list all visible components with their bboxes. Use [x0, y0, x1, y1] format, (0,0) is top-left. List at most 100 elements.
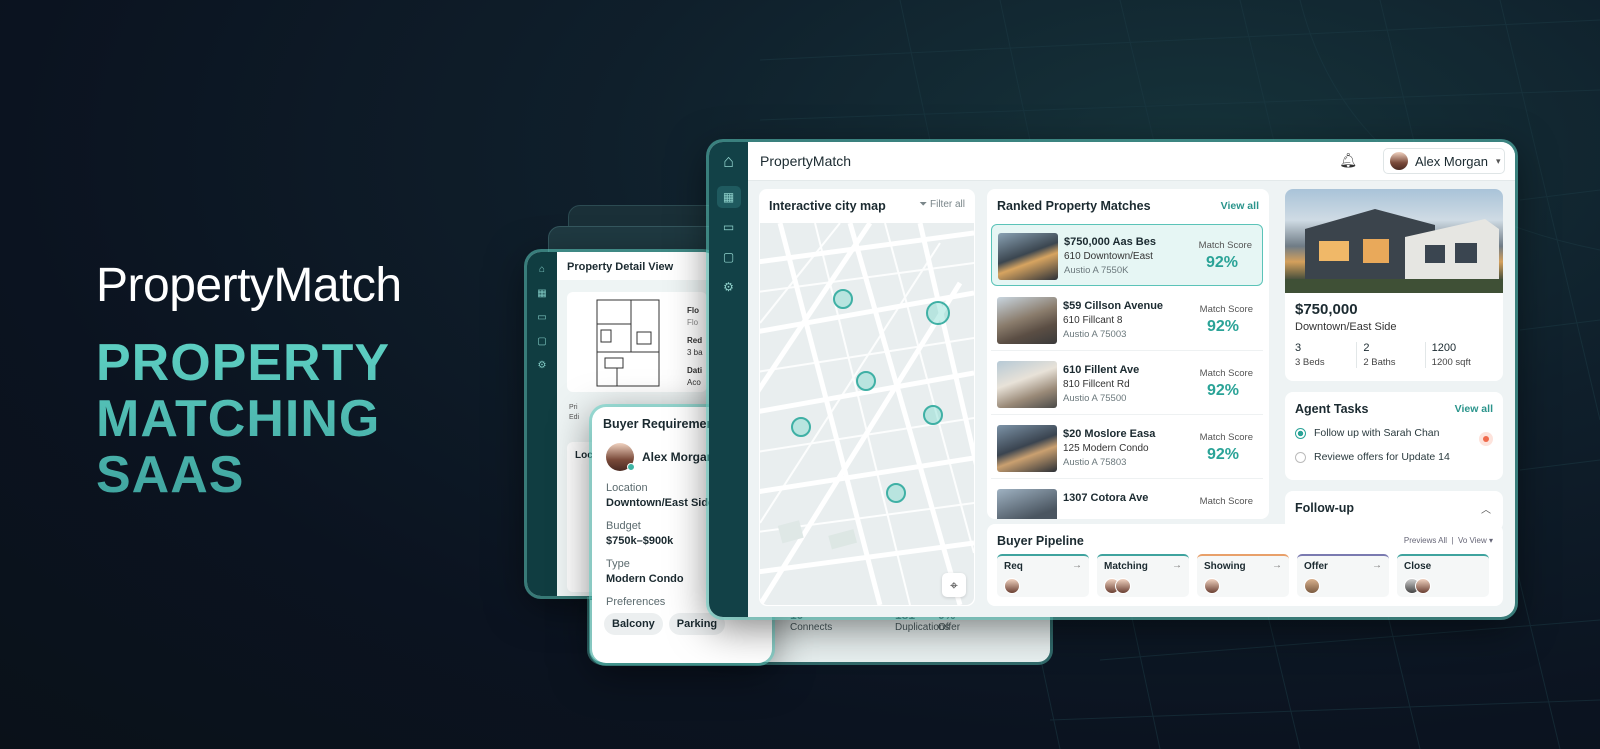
match-row[interactable]: $59 Cillson Avenue 610 Fillcant 8 Austio… [991, 289, 1263, 351]
map-pin[interactable] [923, 405, 943, 425]
chat-icon[interactable]: ▢ [717, 246, 741, 268]
ranked-matches-card: Ranked Property Matches View all $750,00… [987, 189, 1269, 519]
detail-label: Dati [687, 366, 703, 375]
map-pin[interactable] [926, 301, 950, 325]
hero-tagline-line: MATCHING [96, 390, 381, 448]
sidebar-rail: ⌂ ▦ ▭ ▢ ⚙ [709, 142, 748, 617]
chevron-up-icon[interactable]: ︿ [1481, 501, 1491, 516]
property-thumbnail [997, 489, 1057, 519]
match-city: Austio A 7550K [1064, 265, 1129, 276]
user-name: Alex Morgan [1415, 153, 1488, 169]
match-score-value: 92% [1206, 318, 1239, 335]
property-thumbnail [998, 233, 1058, 280]
task-item[interactable]: Reviewe offers for Update 14 [1295, 451, 1450, 463]
detail-label: Edi [569, 414, 580, 421]
filter-icon: ⏷ [919, 199, 930, 210]
stat-label: Offer [938, 622, 961, 633]
user-menu[interactable]: Alex Morgan ▾ [1383, 148, 1505, 174]
match-row[interactable]: $20 Moslore Easa 125 Modern Condo Austio… [991, 417, 1263, 479]
map-pin[interactable] [886, 483, 906, 503]
detail-label: Red [687, 336, 703, 345]
city-map[interactable]: ⌖ [760, 223, 974, 605]
avatar [1004, 578, 1020, 594]
stage-close[interactable]: Close [1397, 554, 1489, 597]
detail-title: Property Detail View [557, 252, 717, 280]
spec-beds: 33 Beds [1295, 342, 1325, 368]
home-logo-icon[interactable]: ⌂ [717, 150, 741, 172]
arrow-right-icon: → [1072, 560, 1082, 571]
bell-icon[interactable]: 🔔︎ [1339, 152, 1357, 169]
arrow-right-icon: → [1372, 560, 1382, 571]
match-title: $59 Cillson Avenue [1063, 300, 1164, 312]
filter-label: Filter all [929, 199, 965, 210]
match-score-label: Match Score [1199, 432, 1253, 443]
spec-baths: 22 Baths [1356, 342, 1424, 368]
match-score-label: Match Score [1199, 496, 1253, 507]
chip-balcony[interactable]: Balcony [604, 613, 663, 635]
match-title: $20 Moslore Easa [1063, 428, 1156, 440]
followup-title: Follow-up [1295, 501, 1355, 515]
gear-icon[interactable]: ⚙ [717, 276, 741, 298]
view-select[interactable]: Vo View [1458, 536, 1487, 545]
match-score-label: Match Score [1199, 368, 1253, 379]
app-title: PropertyMatch [760, 153, 852, 169]
match-title: 610 Fillent Ave [1063, 364, 1140, 376]
stat-label: Connects [790, 622, 833, 633]
agent-tasks-card: Agent Tasks View all Follow up with Sara… [1285, 392, 1503, 480]
grid-icon[interactable]: ▦ [535, 288, 549, 300]
stage-name: Matching [1104, 561, 1148, 572]
stage-req[interactable]: Req → [997, 554, 1089, 597]
home-logo-icon[interactable]: ⌂ [535, 264, 549, 276]
stage-matching[interactable]: Matching → [1097, 554, 1189, 597]
avatar [1304, 578, 1320, 594]
featured-property-card[interactable]: $750,000 Downtown/East Side 33 Beds 22 B… [1285, 189, 1503, 381]
chat-icon[interactable]: ▢ [535, 336, 549, 348]
floor-plan-card: Flo Flo Red 3 ba Dati Aco [567, 292, 707, 392]
stage-name: Close [1404, 561, 1432, 572]
matches-view-all-link[interactable]: View all [1221, 200, 1259, 212]
match-score-label: Match Score [1199, 304, 1253, 315]
map-pin[interactable] [791, 417, 811, 437]
match-title: 1307 Cotora Ave [1063, 492, 1149, 504]
match-city: Austio A 75803 [1063, 457, 1127, 468]
match-row[interactable]: 1307 Cotora Ave Match Score [991, 481, 1263, 519]
featured-specs: 33 Beds 22 Baths 1200 1200 sqft [1295, 342, 1493, 368]
checkbox-icon[interactable] [1295, 451, 1306, 463]
detail-label: Flo [687, 306, 699, 315]
chevron-down-icon: ▾ [1495, 155, 1501, 166]
pipeline-controls[interactable]: Previews All | Vo View ▾ [1404, 536, 1493, 545]
hero-tagline: PROPERTY MATCHING SAAS [96, 335, 402, 503]
checkbox-checked-icon[interactable] [1295, 427, 1306, 439]
property-thumbnail [997, 425, 1057, 472]
property-thumbnail [997, 297, 1057, 344]
tasks-view-all-link[interactable]: View all [1455, 403, 1493, 415]
main-dashboard-window: ⌂ ▦ ▭ ▢ ⚙ PropertyMatch 🔔︎ Alex Morgan ▾… [709, 142, 1515, 617]
match-score-label: Match Score [1198, 240, 1252, 251]
grid-icon[interactable]: ▦ [716, 186, 741, 208]
property-photo [1285, 189, 1503, 293]
filter-button[interactable]: ⏷ Filter all [919, 199, 965, 210]
featured-area: Downtown/East Side [1295, 321, 1397, 333]
online-status-icon [627, 463, 635, 471]
truck-icon[interactable]: ▭ [717, 216, 741, 238]
property-thumbnail [997, 361, 1057, 408]
stage-offer[interactable]: Offer → [1297, 554, 1389, 597]
previews-all-link[interactable]: Previews All [1404, 536, 1447, 545]
gear-icon[interactable]: ⚙ [535, 360, 549, 372]
match-address: 810 Fillcent Rd [1063, 379, 1130, 390]
hero-tagline-line: SAAS [96, 446, 245, 504]
match-address: 610 Downtown/East [1064, 251, 1153, 262]
stage-showing[interactable]: Showing → [1197, 554, 1289, 597]
locate-icon[interactable]: ⌖ [942, 573, 966, 597]
match-row[interactable]: 610 Fillent Ave 810 Fillcent Rd Austio A… [991, 353, 1263, 415]
map-pin[interactable] [833, 289, 853, 309]
map-pin[interactable] [856, 371, 876, 391]
stage-name: Showing [1204, 561, 1246, 572]
match-row[interactable]: $750,000 Aas Bes 610 Downtown/East Austi… [991, 224, 1263, 286]
task-item[interactable]: Follow up with Sarah Chan [1295, 427, 1439, 439]
truck-icon[interactable]: ▭ [535, 312, 549, 324]
detail-label: Aco [687, 378, 701, 387]
detail-sidebar: ⌂ ▦ ▭ ▢ ⚙ [527, 252, 557, 596]
arrow-right-icon: → [1172, 560, 1182, 571]
chevron-down-icon: ▾ [1488, 536, 1493, 545]
